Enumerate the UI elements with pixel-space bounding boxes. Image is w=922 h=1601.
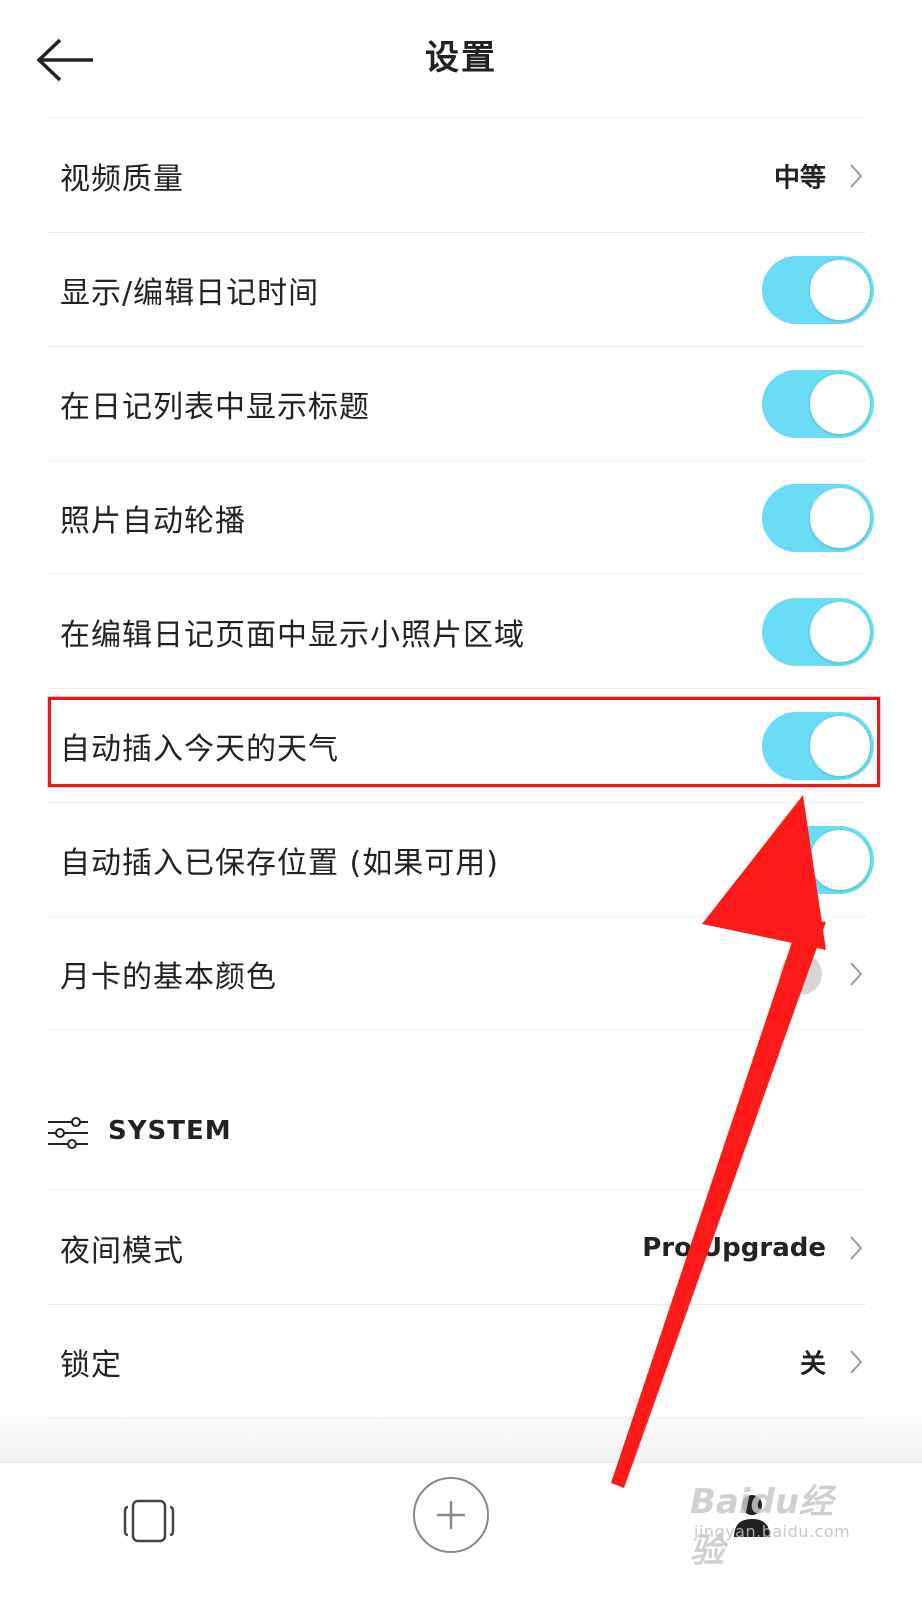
setting-auto-location: 自动插入已保存位置 (如果可用)	[48, 802, 874, 916]
setting-month-card-color[interactable]: 月卡的基本颜色	[48, 916, 866, 1031]
add-entry-button[interactable]	[413, 1477, 489, 1553]
settings-list: 视频质量 中等 显示/编辑日记时间 在日记列表中显示标题 照片自动轮播 在编辑日…	[0, 118, 922, 1031]
small-photo-area-toggle[interactable]	[762, 597, 874, 666]
show-edit-time-toggle[interactable]	[762, 255, 874, 324]
setting-value: 关	[799, 1349, 826, 1379]
setting-label: 在日记列表中显示标题	[60, 389, 370, 425]
setting-video-quality[interactable]: 视频质量 中等	[48, 118, 866, 232]
setting-photo-autoplay: 照片自动轮播	[48, 460, 874, 574]
toggle-knob	[810, 601, 870, 662]
show-title-toggle[interactable]	[762, 369, 874, 438]
setting-small-photo-area: 在编辑日记页面中显示小照片区域	[48, 574, 874, 688]
toggle-knob	[810, 259, 870, 320]
system-list: 夜间模式 Pro Upgrade 锁定 关	[0, 1190, 922, 1419]
toggle-knob	[810, 487, 870, 548]
plus-icon	[437, 1501, 465, 1529]
cards-icon	[123, 1499, 175, 1543]
setting-label: 夜间模式	[60, 1233, 184, 1269]
setting-value: 中等	[773, 163, 826, 193]
chevron-right-icon	[850, 961, 863, 986]
setting-label: 锁定	[60, 1347, 122, 1383]
setting-label: 显示/编辑日记时间	[60, 275, 320, 311]
toggle-knob	[810, 373, 870, 434]
chevron-right-icon	[850, 1235, 863, 1260]
page-title: 设置	[425, 38, 497, 78]
toggle-knob	[810, 715, 870, 776]
setting-value: Pro Upgrade	[642, 1232, 826, 1263]
setting-label: 自动插入已保存位置 (如果可用)	[60, 845, 499, 881]
setting-auto-weather: 自动插入今天的天气	[48, 688, 874, 802]
baidu-watermark: Baidu经验 jingyan.baidu.com	[690, 1474, 860, 1571]
setting-label: 自动插入今天的天气	[60, 731, 339, 767]
setting-show-title: 在日记列表中显示标题	[48, 346, 874, 460]
sliders-icon	[48, 1117, 88, 1149]
watermark-url: jingyan.baidu.com	[694, 1522, 851, 1541]
system-section-header: SYSTEM	[48, 1078, 866, 1190]
auto-weather-toggle[interactable]	[762, 711, 874, 780]
photo-autoplay-toggle[interactable]	[762, 483, 874, 552]
setting-lock[interactable]: 锁定 关	[48, 1304, 866, 1419]
section-label: SYSTEM	[108, 1116, 232, 1146]
cards-tab[interactable]	[122, 1499, 176, 1543]
setting-show-edit-time: 显示/编辑日记时间	[48, 232, 874, 346]
auto-location-toggle[interactable]	[762, 825, 874, 894]
header: 设置	[0, 0, 922, 118]
setting-label: 月卡的基本颜色	[60, 959, 277, 995]
color-swatch	[780, 952, 822, 995]
setting-night-mode[interactable]: 夜间模式 Pro Upgrade	[48, 1190, 866, 1304]
setting-label: 在编辑日记页面中显示小照片区域	[60, 617, 525, 653]
chevron-right-icon	[850, 163, 863, 188]
setting-label: 视频质量	[60, 161, 184, 197]
chevron-right-icon	[850, 1349, 863, 1374]
setting-label: 照片自动轮播	[60, 503, 246, 539]
toggle-knob	[810, 829, 870, 890]
